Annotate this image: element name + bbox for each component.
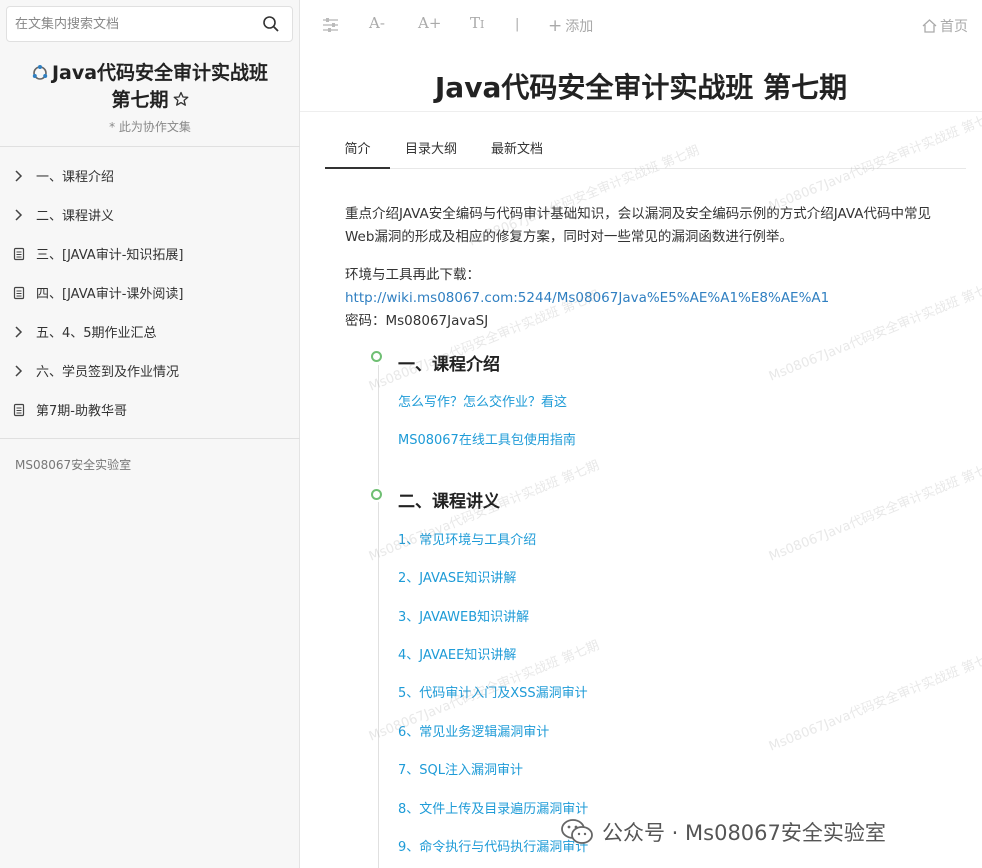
font-larger-button[interactable]: A+ [418, 14, 441, 32]
sidebar-divider [0, 146, 300, 147]
search-input[interactable] [7, 7, 255, 41]
loading-ring-icon [32, 65, 48, 80]
tab-latest[interactable]: 最新文档 [491, 138, 543, 157]
collaboration-note: * 此为协作文集 [109, 120, 191, 134]
content-tabs: 简介 目录大纲 最新文档 [325, 132, 966, 169]
chevron-right-icon [15, 364, 23, 377]
wechat-brand: 公众号 · Ms08067安全实验室 [560, 814, 886, 850]
watermark: Ms08067Java代码安全审计实战班 第七期 [766, 648, 982, 755]
password-text: 密码：Ms08067JavaSJ [345, 313, 489, 329]
sidebar-item-homework-summary[interactable]: 五、4、5期作业汇总 [0, 312, 300, 351]
collection-title: Java代码安全审计实战班 第七期 [0, 60, 300, 114]
home-button[interactable]: 首页 [922, 16, 968, 36]
sidebar-item-course-intro[interactable]: 一、课程介绍 [0, 156, 300, 195]
sidebar-footer: MS08067安全实验室 [15, 458, 132, 472]
env-label: 环境与工具再此下载： [345, 267, 480, 283]
document-icon [13, 403, 25, 416]
font-type-button[interactable]: TI [470, 14, 484, 32]
doc-link[interactable]: 5、代码审计入门及XSS漏洞审计 [398, 682, 588, 701]
add-label: 添加 [565, 19, 594, 35]
doc-link[interactable]: 4、JAVAEE知识讲解 [398, 644, 516, 663]
collection-description: 重点介绍JAVA安全编码与代码审计基础知识，会以漏洞及安全编码示例的方式介绍JA… [345, 206, 931, 245]
plus-icon: + [548, 16, 563, 36]
sidebar-item-knowledge-ext[interactable]: 三、[JAVA审计-知识拓展] [0, 234, 300, 273]
sidebar-item-assistant[interactable]: 第7期-助教华哥 [0, 390, 300, 429]
timeline-circle-icon [371, 489, 382, 500]
collection-title-line1: Java代码安全审计实战班 [51, 62, 269, 84]
chevron-right-icon [15, 169, 23, 182]
sidebar-divider [0, 438, 300, 439]
document-icon [13, 286, 25, 299]
doc-link[interactable]: 2、JAVASE知识讲解 [398, 567, 516, 586]
home-label: 首页 [940, 19, 968, 35]
sidebar-item-course-notes[interactable]: 二、课程讲义 [0, 195, 300, 234]
chevron-right-icon [15, 208, 23, 221]
add-button[interactable]: + 添加 [548, 16, 593, 36]
sidebar-item-signin-homework[interactable]: 六、学员签到及作业情况 [0, 351, 300, 390]
font-smaller-button[interactable]: A- [369, 14, 385, 32]
download-info: 环境与工具再此下载： http://wiki.ms08067.com:5244/… [345, 264, 829, 333]
timeline-circle-icon [371, 351, 382, 362]
sidebar-item-label: 三、[JAVA审计-知识拓展] [36, 248, 184, 263]
wechat-icon [561, 819, 593, 844]
timeline-line [378, 365, 379, 485]
doc-link[interactable]: 怎么写作？怎么交作业？看这 [398, 391, 567, 410]
sidebar-item-extra-reading[interactable]: 四、[JAVA审计-课外阅读] [0, 273, 300, 312]
sidebar-item-label: 第7期-助教华哥 [36, 404, 127, 419]
document-icon [13, 247, 25, 260]
search-box [6, 6, 293, 42]
doc-link[interactable]: 3、JAVAWEB知识讲解 [398, 606, 529, 625]
chevron-right-icon [15, 325, 23, 338]
star-icon[interactable] [173, 91, 189, 107]
font-type-label: T [470, 14, 481, 32]
sidebar-item-label: 四、[JAVA审计-课外阅读] [36, 287, 184, 302]
search-icon[interactable] [262, 15, 280, 33]
doc-link[interactable]: MS08067在线工具包使用指南 [398, 429, 576, 448]
header-divider [300, 111, 982, 112]
section-title: 一、课程介绍 [398, 355, 500, 375]
home-icon [922, 19, 937, 33]
toolbar-separator: | [515, 17, 520, 32]
doc-link[interactable]: 1、常见环境与工具介绍 [398, 529, 536, 548]
sidebar-item-label: 二、课程讲义 [36, 209, 115, 224]
tab-intro[interactable]: 简介 [325, 138, 390, 169]
tab-outline[interactable]: 目录大纲 [405, 138, 457, 157]
sidebar-item-label: 一、课程介绍 [36, 170, 115, 185]
section-title: 二、课程讲义 [398, 492, 500, 512]
sidebar-item-label: 六、学员签到及作业情况 [36, 365, 180, 380]
brand-text: 公众号 · Ms08067安全实验室 [602, 821, 886, 845]
watermark: Ms08067Java代码安全审计实战班 第七期 [766, 458, 982, 565]
download-link[interactable]: http://wiki.ms08067.com:5244/Ms08067Java… [345, 290, 829, 306]
collection-title-line2: 第七期 [111, 89, 169, 111]
sliders-icon[interactable] [322, 17, 339, 33]
sidebar: Java代码安全审计实战班 第七期 * 此为协作文集 一、课程介绍 二、课程讲义… [0, 0, 300, 868]
sidebar-item-label: 五、4、5期作业汇总 [36, 326, 157, 341]
sidebar-nav: 一、课程介绍 二、课程讲义 三、[JAVA审计-知识拓展] 四、[JAVA审计-… [0, 156, 300, 429]
doc-link[interactable]: 7、SQL注入漏洞审计 [398, 759, 523, 778]
doc-link[interactable]: 6、常见业务逻辑漏洞审计 [398, 721, 549, 740]
timeline-line [378, 502, 379, 868]
page-title: Java代码安全审计实战班 第七期 [434, 71, 848, 104]
toolbar: A- A+ TI | + 添加 首页 [300, 0, 982, 52]
